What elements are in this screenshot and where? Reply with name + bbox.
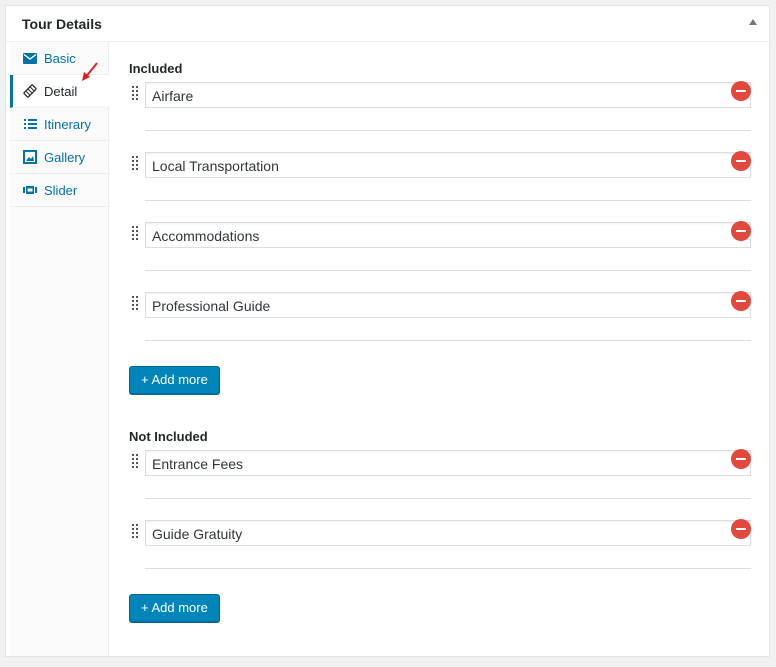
remove-item-button[interactable] <box>731 151 751 171</box>
metabox-title: Tour Details <box>22 16 102 32</box>
tab-detail[interactable]: Detail <box>10 62 110 108</box>
row-divider <box>145 270 751 271</box>
drag-handle-icon[interactable] <box>131 453 139 469</box>
drag-handle-icon[interactable] <box>131 225 139 241</box>
pointer-arrow-icon <box>80 61 100 86</box>
included-row: Professional Guide <box>129 291 751 362</box>
drag-handle-icon[interactable] <box>131 155 139 171</box>
not-included-title: Not Included <box>129 429 208 444</box>
remove-item-button[interactable] <box>731 81 751 101</box>
tag-icon <box>22 83 38 99</box>
add-included-button[interactable]: + Add more <box>129 366 220 394</box>
minus-icon <box>736 300 746 302</box>
drag-handle-icon[interactable] <box>131 523 139 539</box>
included-item-input[interactable]: Local Transportation <box>145 152 751 178</box>
row-divider <box>145 130 751 131</box>
tab-label: Detail <box>44 83 78 99</box>
envelope-icon <box>22 50 38 66</box>
included-item-input[interactable]: Airfare <box>145 82 751 108</box>
drag-handle-icon[interactable] <box>131 295 139 311</box>
included-title: Included <box>129 61 183 76</box>
remove-item-button[interactable] <box>731 449 751 469</box>
add-not-included-button[interactable]: + Add more <box>129 594 220 622</box>
tab-label: Gallery <box>44 149 86 165</box>
tab-label: Slider <box>44 182 78 198</box>
tab-slider[interactable]: Slider <box>10 174 108 207</box>
minus-icon <box>736 90 746 92</box>
row-divider <box>145 200 751 201</box>
included-item-input[interactable]: Professional Guide <box>145 292 751 318</box>
row-divider <box>145 568 751 569</box>
row-divider <box>145 340 751 341</box>
not-included-row: Entrance Fees <box>129 449 751 520</box>
not-included-row: Guide Gratuity <box>129 519 751 590</box>
not-included-item-input[interactable]: Entrance Fees <box>145 450 751 476</box>
included-item-input[interactable]: Accommodations <box>145 222 751 248</box>
minus-icon <box>736 160 746 162</box>
metabox-header[interactable]: Tour Details <box>6 6 769 42</box>
minus-icon <box>736 230 746 232</box>
remove-item-button[interactable] <box>731 291 751 311</box>
not-included-item-input[interactable]: Guide Gratuity <box>145 520 751 546</box>
remove-item-button[interactable] <box>731 221 751 241</box>
drag-handle-icon[interactable] <box>131 85 139 101</box>
included-row: Local Transportation <box>129 151 751 222</box>
list-icon <box>22 116 38 132</box>
tab-label: Itinerary <box>44 116 91 132</box>
remove-item-button[interactable] <box>731 519 751 539</box>
tab-label: Basic <box>44 50 76 66</box>
tabs-sidebar: Basic Detail Itinerary Gallery Slider <box>10 42 110 656</box>
included-row: Accommodations <box>129 221 751 292</box>
minus-icon <box>736 528 746 530</box>
slider-icon <box>22 182 38 198</box>
tab-gallery[interactable]: Gallery <box>10 141 108 174</box>
gallery-icon <box>22 149 38 165</box>
tab-itinerary[interactable]: Itinerary <box>10 108 108 141</box>
minus-icon <box>736 458 746 460</box>
row-divider <box>145 498 751 499</box>
included-row: Airfare <box>129 81 751 152</box>
tour-details-metabox: Tour Details Basic Detail Itinerary Gall… <box>5 5 770 657</box>
collapse-toggle-icon[interactable] <box>749 19 757 25</box>
